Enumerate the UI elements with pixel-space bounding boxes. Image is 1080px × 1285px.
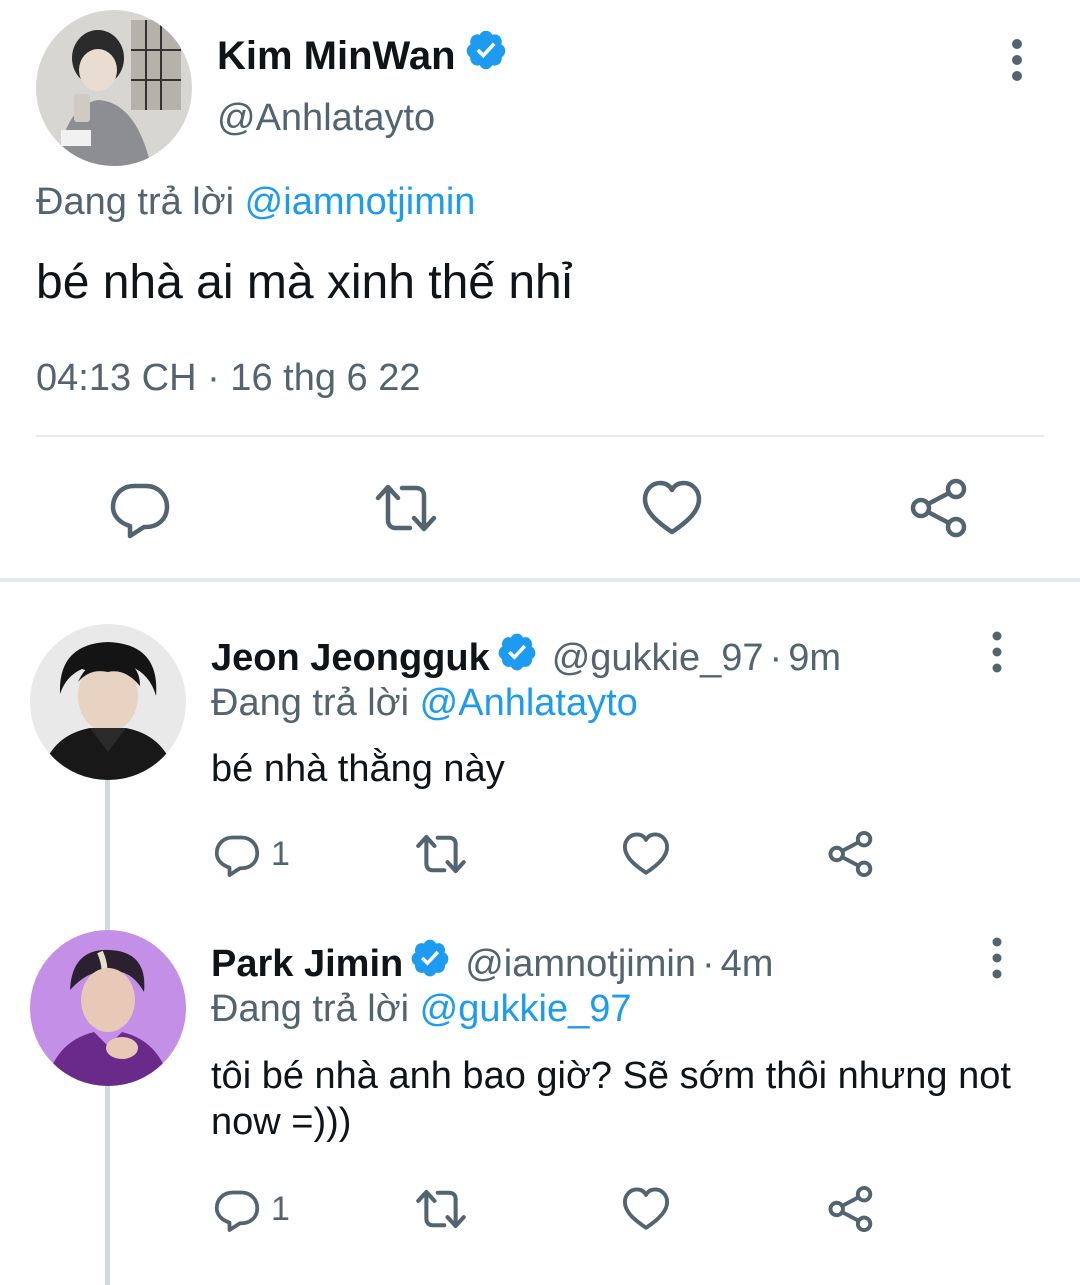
reply-avatar[interactable] xyxy=(30,624,186,780)
replying-prefix: Đang trả lời xyxy=(36,181,235,223)
verified-badge-icon xyxy=(409,937,451,990)
more-vertical-icon[interactable] xyxy=(982,630,1012,674)
main-display-name[interactable]: Kim MinWan xyxy=(217,32,456,80)
reply-header: Park Jimin @iamnotjimin · 4m xyxy=(211,937,773,990)
reply-handle[interactable]: @iamnotjimin xyxy=(465,941,696,987)
reply-button[interactable]: 1 xyxy=(213,1181,290,1237)
tweet-timestamp[interactable]: 04:13 CH · 16 thg 6 22 xyxy=(36,356,420,400)
divider xyxy=(36,435,1044,437)
retweet-icon[interactable] xyxy=(415,1181,467,1237)
replying-to-line: Đang trả lời @iamnotjimin xyxy=(36,180,475,224)
reply-handle[interactable]: @gukkie_97 xyxy=(552,635,764,681)
separator-dot: · xyxy=(769,636,783,679)
verified-badge-icon xyxy=(464,28,508,83)
more-vertical-icon[interactable] xyxy=(1000,38,1034,82)
replying-to-mention[interactable]: @gukkie_97 xyxy=(420,988,632,1030)
tweet-text: bé nhà ai mà xinh thế nhỉ xyxy=(36,256,573,309)
retweet-icon[interactable] xyxy=(374,476,438,540)
section-divider xyxy=(0,578,1080,582)
reply-time[interactable]: 4m xyxy=(721,941,774,987)
like-icon[interactable] xyxy=(640,476,704,540)
reply-time[interactable]: 9m xyxy=(788,635,841,681)
replying-to-mention[interactable]: @iamnotjimin xyxy=(245,181,476,223)
like-icon[interactable] xyxy=(621,826,671,882)
reply-count: 1 xyxy=(271,834,290,873)
replying-to-line: Đang trả lời @gukkie_97 xyxy=(211,986,632,1032)
main-author[interactable]: Kim MinWan xyxy=(217,28,508,83)
share-icon[interactable] xyxy=(906,476,970,540)
reply-display-name[interactable]: Park Jimin xyxy=(211,941,403,987)
more-vertical-icon[interactable] xyxy=(982,936,1012,980)
reply-icon[interactable] xyxy=(108,476,172,540)
main-avatar[interactable] xyxy=(36,10,192,166)
reply-avatar[interactable] xyxy=(30,930,186,1086)
reply-button[interactable]: 1 xyxy=(213,826,290,882)
replying-prefix: Đang trả lời xyxy=(211,988,410,1030)
replying-prefix: Đang trả lời xyxy=(211,682,410,724)
reply-count: 1 xyxy=(271,1189,290,1228)
reply-text: tôi bé nhà anh bao giờ? Sẽ sớm thôi nhưn… xyxy=(211,1055,1011,1143)
verified-badge-icon xyxy=(496,631,538,684)
reply-icon xyxy=(214,835,260,877)
reply-display-name[interactable]: Jeon Jeongguk xyxy=(211,635,490,681)
share-icon[interactable] xyxy=(825,1181,875,1237)
share-icon[interactable] xyxy=(825,826,875,882)
like-icon[interactable] xyxy=(621,1181,671,1237)
reply-text: bé nhà thằng này xyxy=(211,748,505,790)
replying-to-line: Đang trả lời @Anhlatayto xyxy=(211,680,638,726)
main-handle[interactable]: @Anhlatayto xyxy=(217,96,435,140)
replying-to-mention[interactable]: @Anhlatayto xyxy=(420,682,638,724)
retweet-icon[interactable] xyxy=(415,826,467,882)
separator-dot: · xyxy=(701,942,715,985)
reply-icon xyxy=(214,1190,260,1232)
reply-header: Jeon Jeongguk @gukkie_97 · 9m xyxy=(211,631,841,684)
